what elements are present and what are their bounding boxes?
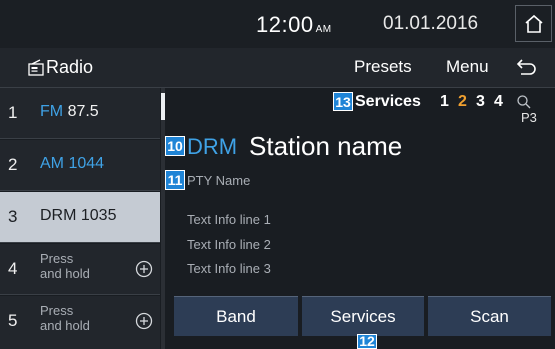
preset-item-3[interactable]: 3 DRM 1035 bbox=[0, 192, 160, 243]
text-info-line-1: Text Info line 1 bbox=[187, 212, 271, 227]
hold-line-2: and hold bbox=[40, 266, 90, 281]
status-bar: 12:00 AM 01.01.2016 bbox=[0, 0, 555, 48]
pty-name: PTY Name bbox=[187, 173, 251, 188]
search-icon[interactable] bbox=[516, 94, 532, 110]
text-info-line-2: Text Info line 2 bbox=[187, 237, 271, 252]
menu-button[interactable]: Menu bbox=[446, 57, 489, 77]
date: 01.01.2016 bbox=[383, 13, 479, 34]
services-label: Services bbox=[355, 93, 421, 110]
services-button[interactable]: Services bbox=[302, 296, 424, 336]
radio-screen: 12:00 AM 01.01.2016 Radio Presets Menu 1 … bbox=[0, 0, 555, 349]
preset-number: 3 bbox=[8, 207, 18, 226]
preset-item-5[interactable]: 5 Press and hold bbox=[0, 296, 160, 349]
hold-line-2: and hold bbox=[40, 318, 90, 333]
preset-number: 5 bbox=[8, 311, 18, 330]
station-info-panel: 13 Services 1 2 3 4 P3 10 DRM Station na… bbox=[165, 88, 555, 349]
preset-number: 4 bbox=[8, 259, 18, 278]
preset-item-4[interactable]: 4 Press and hold bbox=[0, 244, 160, 295]
scan-button[interactable]: Scan bbox=[428, 296, 551, 336]
preset-frequency: DRM 1035 bbox=[40, 207, 117, 224]
callout-badge-12: 12 bbox=[357, 334, 377, 349]
preset-list: 1 FM 87.5 2 AM 1044 3 DRM 1035 4 Press an… bbox=[0, 88, 165, 349]
clock-time: 12:00 bbox=[256, 12, 314, 37]
pty-index: P3 bbox=[521, 110, 537, 125]
preset-freq: 1044 bbox=[68, 155, 105, 172]
clock: 12:00 AM bbox=[256, 12, 332, 38]
header-bar: Radio Presets Menu bbox=[0, 48, 555, 88]
callout-badge-10: 10 bbox=[165, 136, 185, 156]
callout-badge-11: 11 bbox=[165, 170, 185, 190]
preset-number: 2 bbox=[8, 155, 18, 174]
preset-band: FM bbox=[40, 103, 64, 120]
back-arrow-icon[interactable] bbox=[515, 56, 539, 78]
home-icon bbox=[524, 14, 543, 33]
preset-hold-hint: Press and hold bbox=[40, 303, 90, 333]
preset-band: AM bbox=[40, 155, 64, 172]
service-4[interactable]: 4 bbox=[494, 93, 503, 111]
current-band: DRM bbox=[187, 134, 238, 159]
preset-item-2[interactable]: 2 AM 1044 bbox=[0, 140, 160, 191]
hold-line-1: Press bbox=[40, 303, 74, 318]
service-1[interactable]: 1 bbox=[440, 93, 449, 111]
home-button[interactable] bbox=[515, 5, 552, 42]
presets-button[interactable]: Presets bbox=[354, 57, 412, 77]
plus-circle-icon[interactable] bbox=[135, 260, 153, 278]
service-2[interactable]: 2 bbox=[458, 93, 467, 111]
callout-badge-13: 13 bbox=[333, 92, 353, 111]
preset-number: 1 bbox=[8, 103, 18, 122]
clock-ampm: AM bbox=[315, 24, 332, 35]
page-title: Radio bbox=[46, 57, 94, 77]
preset-frequency: AM 1044 bbox=[40, 155, 104, 173]
text-info-line-3: Text Info line 3 bbox=[187, 261, 271, 276]
preset-freq: 87.5 bbox=[67, 103, 99, 120]
preset-frequency: FM 87.5 bbox=[40, 103, 99, 121]
hold-line-1: Press bbox=[40, 251, 74, 266]
service-3[interactable]: 3 bbox=[476, 93, 485, 111]
radio-icon bbox=[28, 59, 44, 76]
plus-circle-icon[interactable] bbox=[135, 312, 153, 330]
preset-item-1[interactable]: 1 FM 87.5 bbox=[0, 88, 160, 139]
band-button[interactable]: Band bbox=[174, 296, 298, 336]
preset-hold-hint: Press and hold bbox=[40, 251, 90, 281]
station-name: Station name bbox=[249, 131, 403, 161]
